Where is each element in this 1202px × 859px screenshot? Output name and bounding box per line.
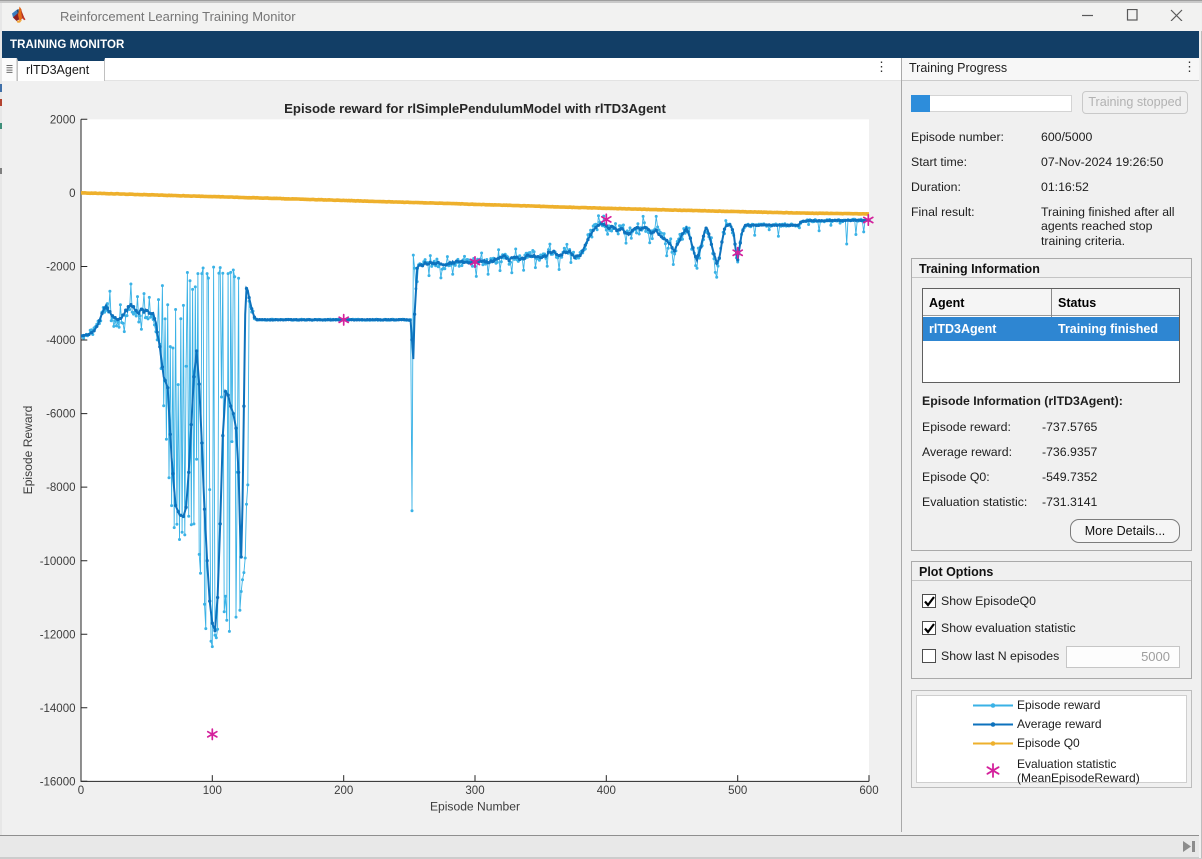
svg-text:-4000: -4000 [46,335,75,347]
svg-text:100: 100 [203,785,222,797]
svg-text:0: 0 [78,785,84,797]
svg-text:-10000: -10000 [40,556,76,568]
svg-text:-14000: -14000 [40,703,76,715]
svg-text:Episode Reward: Episode Reward [21,406,35,495]
svg-text:500: 500 [728,785,747,797]
svg-text:200: 200 [334,785,353,797]
svg-text:400: 400 [597,785,616,797]
svg-text:-8000: -8000 [46,482,75,494]
svg-text:2000: 2000 [50,114,76,126]
svg-text:300: 300 [465,785,484,797]
svg-text:-6000: -6000 [46,409,75,421]
svg-text:600: 600 [859,785,878,797]
svg-text:Episode Number: Episode Number [430,800,520,814]
svg-text:-16000: -16000 [40,776,76,788]
svg-text:0: 0 [69,188,75,200]
svg-text:Episode reward for rlSimplePen: Episode reward for rlSimplePendulumModel… [284,101,666,116]
svg-text:-12000: -12000 [40,629,76,641]
svg-text:-2000: -2000 [46,262,75,274]
